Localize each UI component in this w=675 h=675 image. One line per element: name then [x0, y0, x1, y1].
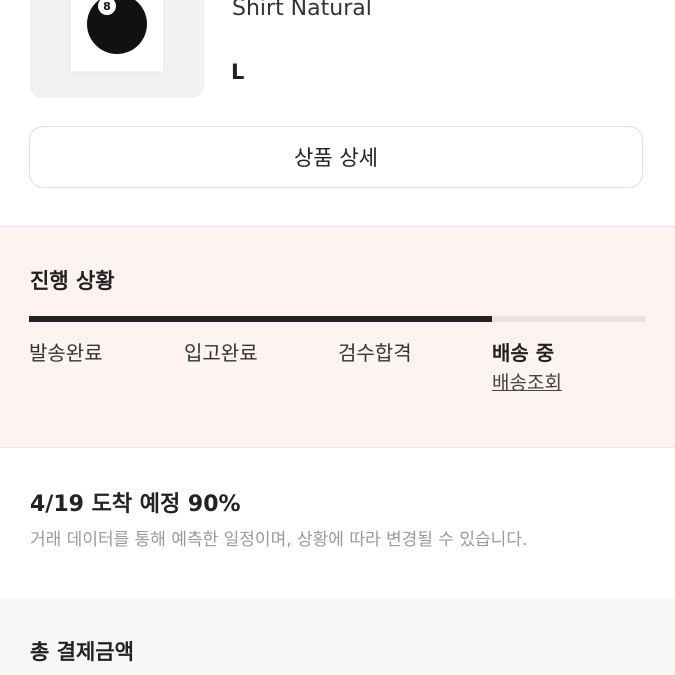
step-in-delivery: 배송 중 [492, 341, 555, 365]
eta-title: 4/19 도착 예정 90% [30, 492, 241, 517]
tshirt-eight-ball-image: 8 [69, 0, 165, 73]
progress-fill [29, 316, 492, 322]
step-shipped: 발송완료 [29, 341, 103, 365]
svg-text:8: 8 [103, 0, 111, 13]
product-thumbnail[interactable]: 8 [30, 0, 204, 98]
delivery-tracking-link[interactable]: 배송조회 [492, 368, 562, 395]
product-detail-button-label: 상품 상세 [294, 146, 378, 170]
product-size: L [231, 60, 245, 84]
eta-note: 거래 데이터를 통해 예측한 일정이며, 상황에 따라 변경될 수 있습니다. [30, 530, 528, 550]
progress-title: 진행 상황 [30, 269, 115, 293]
step-received: 입고완료 [184, 341, 258, 365]
total-payment-label: 총 결제금액 [30, 640, 134, 664]
step-inspection-passed: 검수합격 [338, 341, 412, 365]
product-name: Shirt Natural [232, 0, 372, 21]
progress-section: 진행 상황 발송완료 입고완료 검수합격 배송 중 배송조회 [0, 226, 675, 448]
product-detail-button[interactable]: 상품 상세 [29, 126, 643, 188]
